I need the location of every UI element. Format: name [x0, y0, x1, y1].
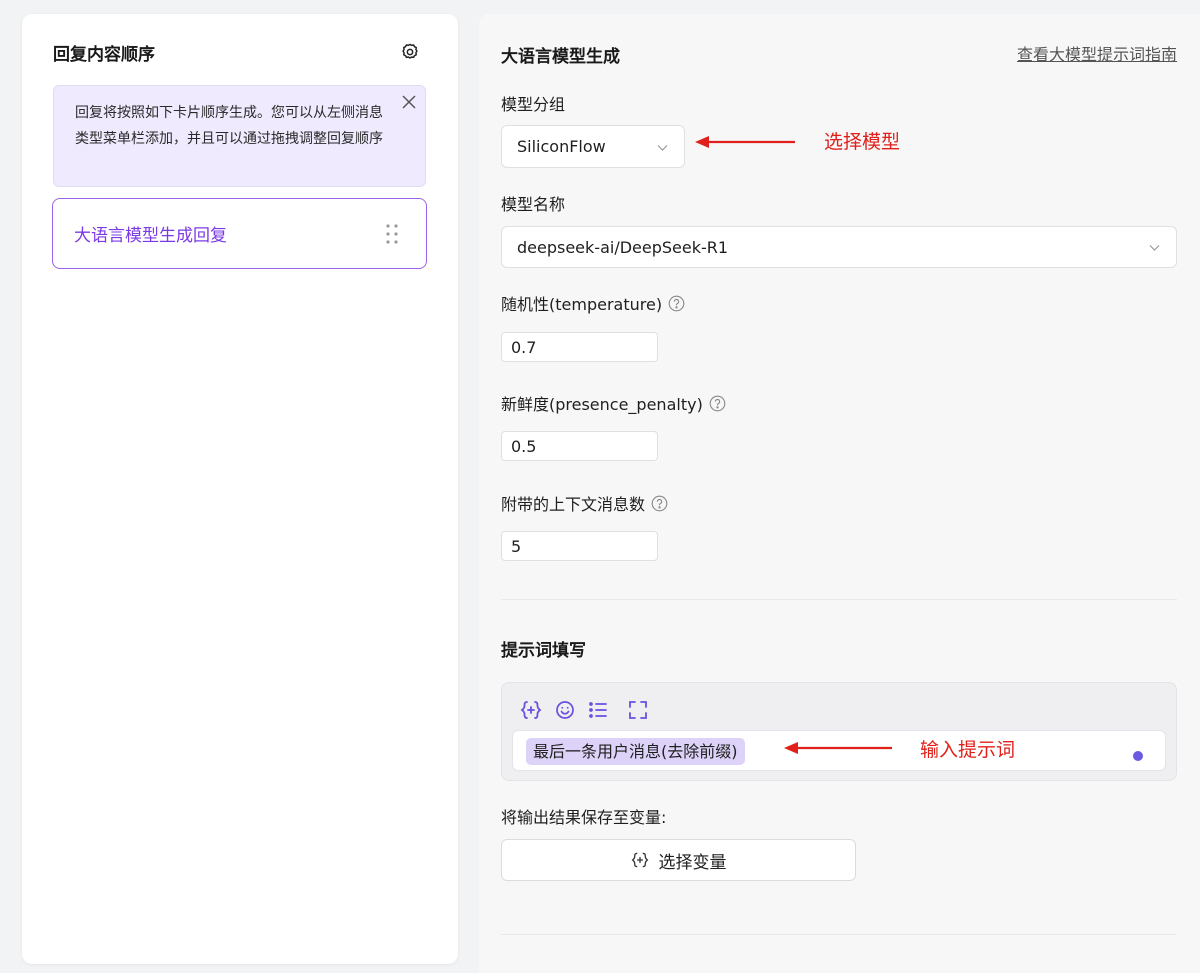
presence-penalty-input[interactable]: 0.5 — [501, 431, 658, 461]
temperature-input[interactable]: 0.7 — [501, 332, 658, 362]
cursor-indicator — [1133, 751, 1143, 761]
output-variable-label: 将输出结果保存至变量: — [501, 804, 666, 828]
prompt-guide-link[interactable]: 查看大模型提示词指南 — [1017, 41, 1177, 65]
insert-variable-icon[interactable] — [520, 699, 542, 721]
select-variable-label: 选择变量 — [658, 852, 727, 873]
reply-card-llm[interactable]: 大语言模型生成回复 — [52, 198, 427, 269]
context-count-label: 附带的上下文消息数 — [501, 491, 668, 515]
temperature-label-text: 随机性(temperature) — [501, 295, 663, 314]
close-icon[interactable] — [401, 94, 417, 110]
info-notice: 回复将按照如下卡片顺序生成。您可以从左侧消息类型菜单栏添加，并且可以通过拖拽调整… — [53, 85, 426, 187]
insert-variable-icon — [631, 852, 648, 868]
llm-config-panel: 大语言模型生成 查看大模型提示词指南 模型分组 SiliconFlow 模型名称… — [479, 14, 1200, 973]
annotation-select-model: 选择模型 — [824, 131, 901, 153]
context-value: 5 — [511, 536, 522, 556]
list-icon[interactable] — [587, 699, 609, 721]
prompt-editor: 最后一条用户消息(去除前缀) — [501, 682, 1177, 781]
annotation-arrow — [695, 136, 795, 148]
fullscreen-icon[interactable] — [627, 699, 649, 721]
context-count-input[interactable]: 5 — [501, 531, 658, 561]
drag-handle-icon[interactable] — [384, 223, 400, 245]
annotation-input-prompt: 输入提示词 — [920, 739, 1016, 761]
presence-penalty-label: 新鲜度(presence_penalty) — [501, 391, 726, 415]
prompt-section-title: 提示词填写 — [501, 641, 586, 661]
model-group-label: 模型分组 — [501, 91, 565, 115]
reply-order-panel: 回复内容顺序 回复将按照如下卡片顺序生成。您可以从左侧消息类型菜单栏添加，并且可… — [22, 14, 458, 964]
model-group-select[interactable]: SiliconFlow — [501, 125, 685, 168]
temperature-label: 随机性(temperature) — [501, 291, 685, 315]
output-label-text: 将输出结果保存至变量: — [501, 808, 667, 827]
chevron-down-icon — [1149, 245, 1160, 251]
notice-text: 回复将按照如下卡片顺序生成。您可以从左侧消息类型菜单栏添加，并且可以通过拖拽调整… — [75, 105, 383, 147]
model-group-value: SiliconFlow — [517, 137, 606, 156]
model-name-value: deepseek-ai/DeepSeek-R1 — [517, 237, 729, 257]
model-name-label: 模型名称 — [501, 191, 565, 215]
chevron-down-icon — [657, 145, 668, 151]
help-icon[interactable] — [668, 295, 685, 312]
divider — [501, 599, 1177, 600]
context-label-text: 附带的上下文消息数 — [501, 495, 646, 514]
section-title: 大语言模型生成 — [501, 47, 620, 67]
select-variable-button[interactable]: 选择变量 — [501, 839, 856, 881]
model-name-select[interactable]: deepseek-ai/DeepSeek-R1 — [501, 226, 1177, 268]
variable-chip[interactable]: 最后一条用户消息(去除前缀) — [526, 738, 745, 765]
reply-card-label: 大语言模型生成回复 — [74, 226, 227, 246]
presence-label-text: 新鲜度(presence_penalty) — [501, 395, 703, 414]
model-group-label-text: 模型分组 — [501, 95, 566, 114]
annotation-arrow — [784, 742, 892, 754]
divider — [501, 934, 1177, 935]
help-icon[interactable] — [651, 495, 668, 512]
model-name-label-text: 模型名称 — [501, 195, 566, 214]
gear-icon[interactable] — [400, 42, 420, 62]
temperature-value: 0.7 — [511, 337, 537, 357]
panel-title: 回复内容顺序 — [53, 45, 155, 65]
presence-value: 0.5 — [511, 436, 537, 456]
emoji-icon[interactable] — [554, 699, 576, 721]
help-icon[interactable] — [709, 395, 726, 412]
